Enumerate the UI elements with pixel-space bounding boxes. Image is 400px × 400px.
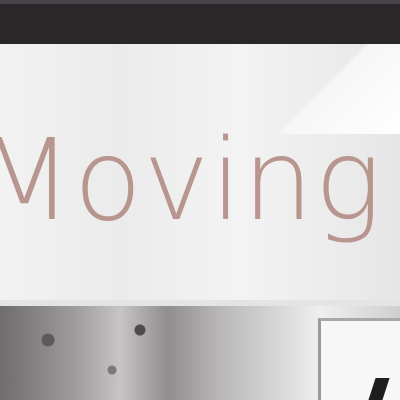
hero-photo-edge xyxy=(0,300,400,306)
top-nav-bar xyxy=(0,0,400,44)
page: Moving xyxy=(0,0,400,400)
hero-headline: Moving xyxy=(0,116,383,246)
top-nav-bar-edge xyxy=(0,0,400,4)
hero-window-shape xyxy=(318,318,400,400)
